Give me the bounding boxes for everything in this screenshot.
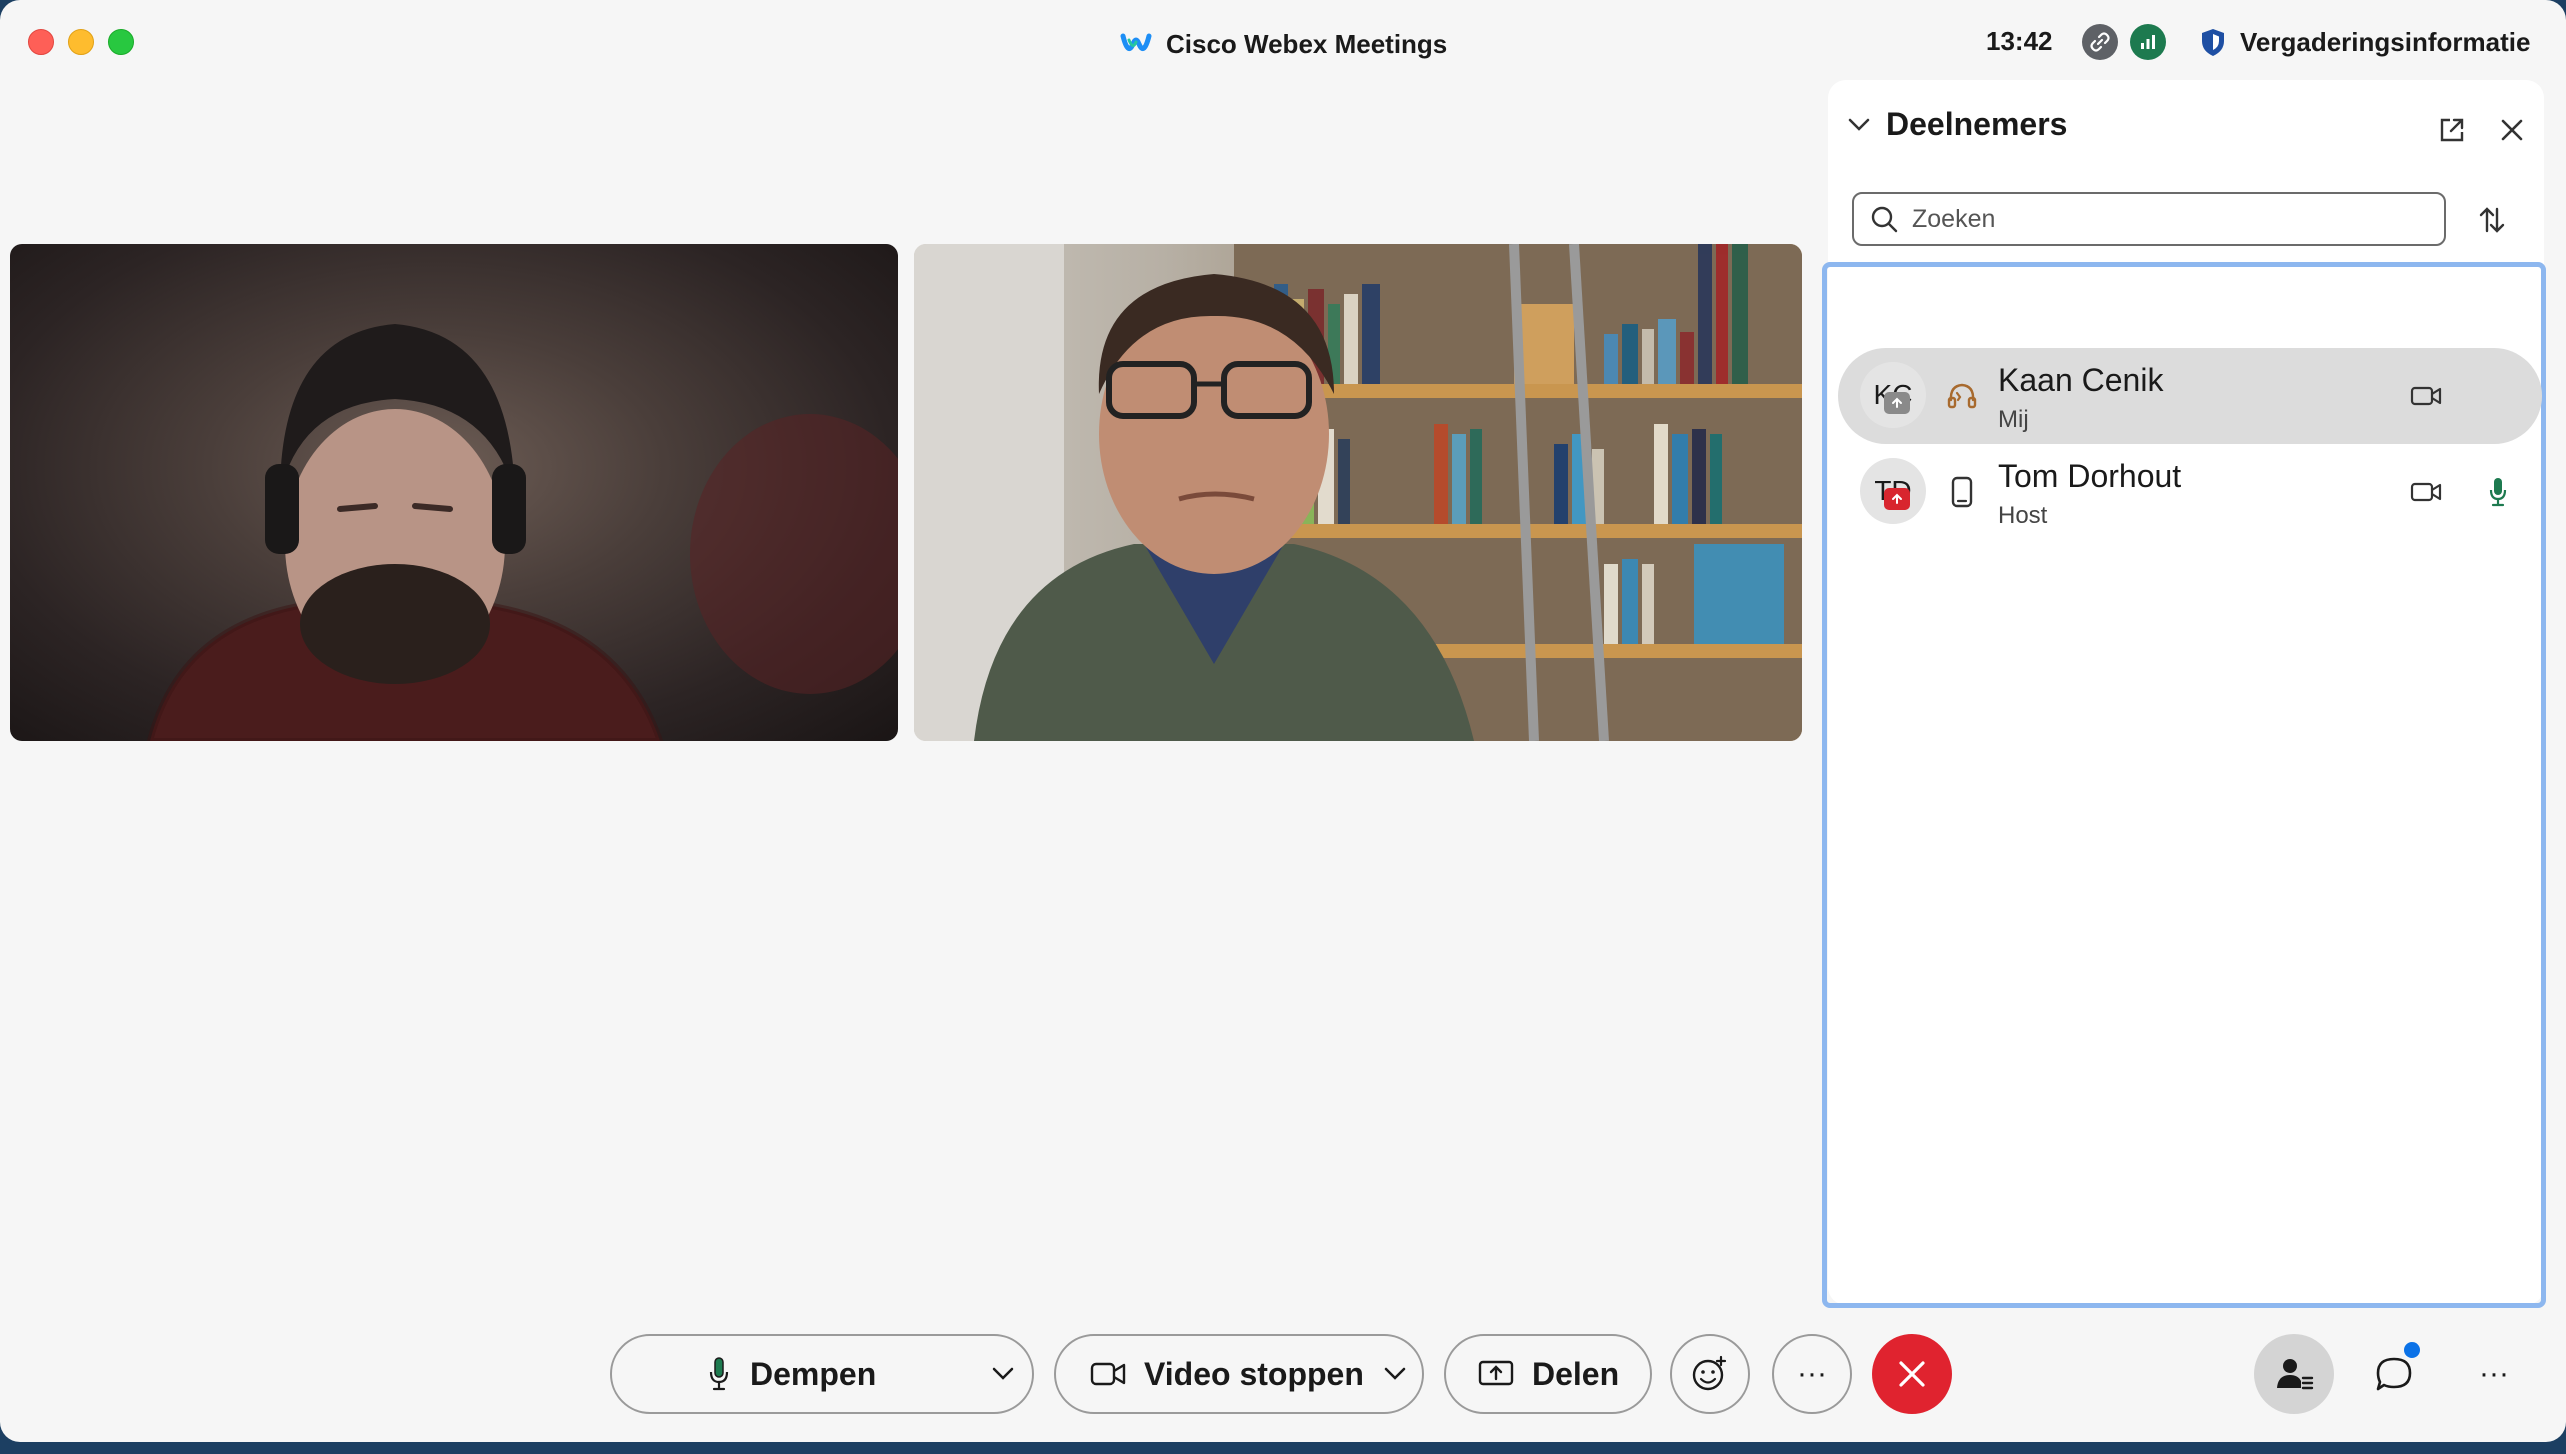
meeting-window: Cisco Webex Meetings 13:42 Vergaderingsi… xyxy=(0,0,2566,1442)
popout-icon xyxy=(2440,118,2464,142)
share-screen-icon xyxy=(1892,493,1902,504)
participant-name: Tom Dorhout xyxy=(1998,458,2182,494)
overflow-label: ··· xyxy=(2479,1357,2509,1390)
close-icon xyxy=(2501,119,2523,141)
search-input[interactable] xyxy=(1910,203,2394,235)
shield-icon xyxy=(2202,29,2224,56)
share-label: Delen xyxy=(1532,1355,1620,1392)
participant-video-status xyxy=(2406,472,2446,512)
participant-video-status xyxy=(2406,376,2446,416)
link-icon xyxy=(2090,32,2110,52)
participant-video-feed xyxy=(914,244,1802,741)
window-minimize-button[interactable] xyxy=(68,29,94,55)
video-tile-self[interactable] xyxy=(10,244,898,741)
participant-name: Kaan Cenik xyxy=(1998,362,2164,398)
video-tile-host[interactable] xyxy=(914,244,1802,741)
participant-audio-status xyxy=(2478,472,2518,512)
app-title-text: Cisco Webex Meetings xyxy=(1166,28,1448,59)
more-options-button[interactable]: ··· xyxy=(1772,1334,1852,1414)
headset-icon xyxy=(1947,383,1977,409)
sort-button[interactable] xyxy=(2468,196,2516,244)
stop-video-button[interactable]: Video stoppen xyxy=(1054,1334,1424,1414)
window-close-button[interactable] xyxy=(28,29,54,55)
participant-row[interactable]: TD Tom Dorhout Host xyxy=(1838,444,2542,540)
video-camera-icon xyxy=(1090,1362,1126,1386)
chat-icon xyxy=(2376,1357,2412,1391)
overflow-menu-button[interactable]: ··· xyxy=(2466,1346,2522,1402)
more-label: ··· xyxy=(1797,1357,1827,1390)
microphone-icon xyxy=(2489,478,2507,507)
video-camera-icon xyxy=(2410,482,2442,502)
stop-video-label: Video stoppen xyxy=(1144,1355,1364,1392)
participant-video-feed xyxy=(146,324,898,741)
participants-panel: Deelnemers Zoeken Kaan Cenik Mij Tom Dor… xyxy=(1822,80,2546,1308)
leave-meeting-button[interactable] xyxy=(1872,1334,1952,1414)
share-button[interactable]: Delen xyxy=(1444,1334,1652,1414)
participant-role: Mij xyxy=(1998,406,2029,433)
video-camera-icon xyxy=(2410,386,2442,406)
close-panel-button[interactable] xyxy=(2492,110,2532,150)
network-status-button[interactable] xyxy=(2130,24,2166,60)
share-status-badge xyxy=(1884,488,1910,510)
chevron-down-icon[interactable] xyxy=(992,1367,1014,1381)
meeting-info-label: Vergaderingsinformatie xyxy=(2240,26,2531,57)
chevron-down-icon[interactable] xyxy=(1848,118,1870,132)
participant-role: Host xyxy=(1998,502,2048,529)
share-screen-icon xyxy=(1478,1360,1514,1386)
connection-type xyxy=(1942,472,1982,512)
share-screen-icon xyxy=(1892,397,1902,408)
signal-icon xyxy=(2141,35,2155,49)
search-icon xyxy=(1871,206,1898,233)
chat-notification-badge xyxy=(2404,1342,2420,1358)
microphone-icon xyxy=(709,1357,729,1391)
meeting-clock: 13:42 xyxy=(1986,26,2053,56)
mute-label: Dempen xyxy=(750,1355,877,1392)
connection-type xyxy=(1942,376,1982,416)
share-status-badge xyxy=(1884,392,1910,414)
mute-button[interactable]: Dempen xyxy=(610,1334,1034,1414)
window-maximize-button[interactable] xyxy=(108,29,134,55)
meeting-info-button[interactable]: Vergaderingsinformatie xyxy=(2200,22,2530,62)
app-title: Cisco Webex Meetings xyxy=(1120,22,1447,66)
reactions-button[interactable] xyxy=(1670,1334,1750,1414)
panel-title: Deelnemers xyxy=(1886,106,2068,142)
participants-icon xyxy=(2277,1359,2314,1390)
end-call-icon xyxy=(1899,1361,1925,1387)
webex-logo-icon xyxy=(1120,33,1152,51)
popout-panel-button[interactable] xyxy=(2432,110,2472,150)
emoji-add-icon xyxy=(1692,1355,1727,1391)
participants-panel-button[interactable] xyxy=(2254,1334,2334,1414)
sort-icon xyxy=(2479,207,2505,233)
link-status-button[interactable] xyxy=(2082,24,2118,60)
panel-header[interactable]: Deelnemers xyxy=(1848,106,2067,143)
chevron-down-icon[interactable] xyxy=(1384,1367,1406,1381)
search-field[interactable] xyxy=(1852,192,2446,246)
participant-row[interactable]: KC Kaan Cenik Mij xyxy=(1838,348,2542,444)
phone-device-icon xyxy=(1951,476,1973,508)
